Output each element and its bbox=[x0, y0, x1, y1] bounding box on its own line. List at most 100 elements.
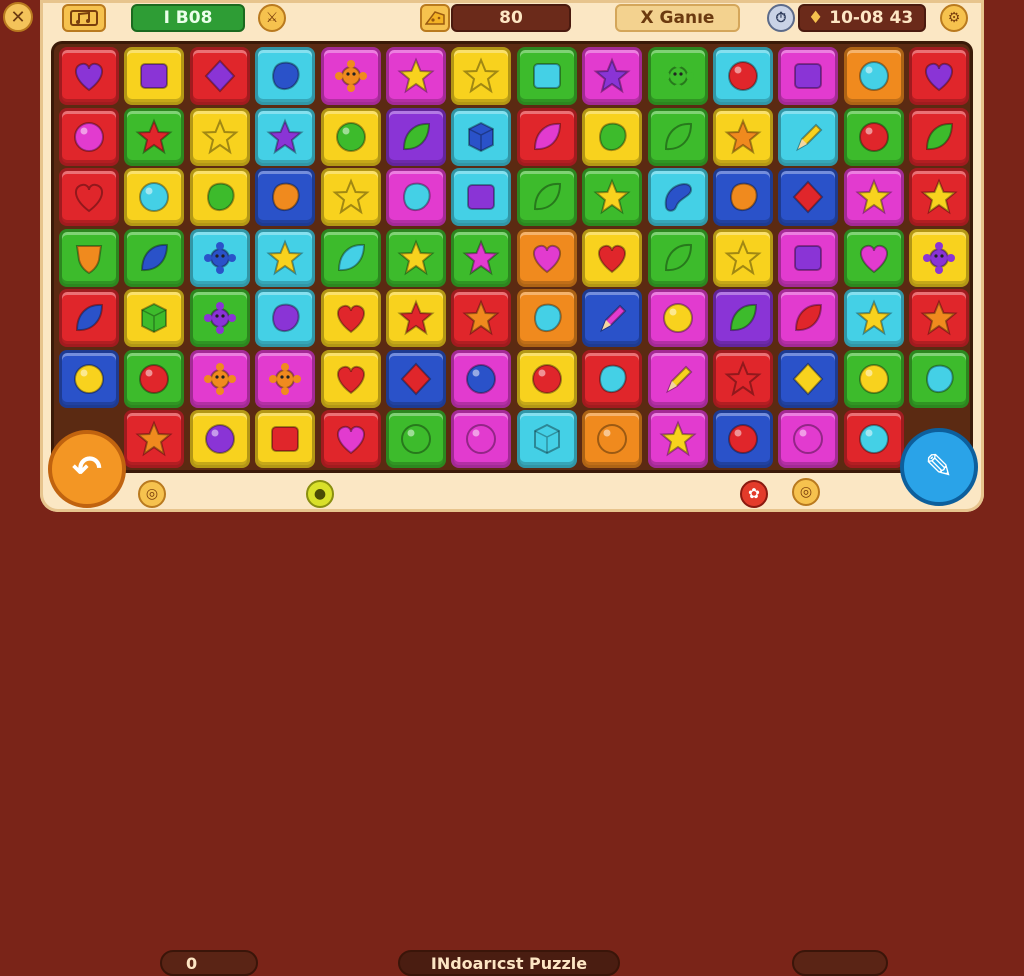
swords-button[interactable]: ⚔ bbox=[258, 4, 286, 32]
tile-r6-c6[interactable] bbox=[386, 349, 446, 408]
tile-r2-c10[interactable] bbox=[647, 107, 708, 166]
tile-r5-c1[interactable] bbox=[59, 289, 119, 347]
tile-r6-c12[interactable] bbox=[778, 349, 839, 408]
tile-r3-c9[interactable] bbox=[582, 168, 643, 226]
tile-r2-c2[interactable] bbox=[124, 107, 185, 166]
tile-r2-c11[interactable] bbox=[713, 107, 773, 166]
tile-r5-c3[interactable] bbox=[189, 289, 250, 347]
tile-r3-c7[interactable] bbox=[451, 168, 512, 226]
tile-r3-c2[interactable] bbox=[124, 168, 185, 226]
tile-r5-c9[interactable] bbox=[582, 289, 643, 347]
tile-r7-c12[interactable] bbox=[778, 410, 839, 468]
tile-r6-c13[interactable] bbox=[843, 349, 904, 408]
tile-r2-c4[interactable] bbox=[255, 107, 316, 166]
tile-r7-c13[interactable] bbox=[843, 410, 904, 468]
tile-r2-c13[interactable] bbox=[843, 107, 904, 166]
tile-r1-c2[interactable] bbox=[124, 47, 185, 105]
tile-r6-c14[interactable] bbox=[909, 349, 970, 408]
tile-r4-c1[interactable] bbox=[59, 228, 119, 287]
tile-r3-c6[interactable] bbox=[386, 168, 446, 226]
tile-r5-c13[interactable] bbox=[843, 289, 904, 347]
tile-r1-c10[interactable] bbox=[647, 47, 708, 105]
tile-r4-c7[interactable] bbox=[451, 228, 512, 287]
tile-r7-c9[interactable] bbox=[582, 410, 643, 468]
tile-r2-c3[interactable] bbox=[189, 107, 250, 166]
tile-r5-c10[interactable] bbox=[647, 289, 708, 347]
music-button[interactable] bbox=[62, 4, 106, 32]
tile-r3-c3[interactable] bbox=[189, 168, 250, 226]
tile-r5-c8[interactable] bbox=[516, 289, 577, 347]
tile-r7-c10[interactable] bbox=[647, 410, 708, 468]
tile-r4-c9[interactable] bbox=[582, 228, 643, 287]
tile-r5-c2[interactable] bbox=[124, 289, 185, 347]
tile-r1-c13[interactable] bbox=[843, 47, 904, 105]
tile-r7-c7[interactable] bbox=[451, 410, 512, 468]
tile-r4-c12[interactable] bbox=[778, 228, 839, 287]
tile-r4-c5[interactable] bbox=[320, 228, 381, 287]
tile-r5-c5[interactable] bbox=[320, 289, 381, 347]
tile-r7-c3[interactable] bbox=[189, 410, 250, 468]
tile-r4-c2[interactable] bbox=[124, 228, 185, 287]
tile-r3-c1[interactable] bbox=[59, 168, 119, 226]
tile-r3-c4[interactable] bbox=[255, 168, 316, 226]
tile-r1-c9[interactable] bbox=[582, 47, 643, 105]
tile-r4-c4[interactable] bbox=[255, 228, 316, 287]
tile-r6-c3[interactable] bbox=[189, 349, 250, 408]
tile-r3-c12[interactable] bbox=[778, 168, 839, 226]
tile-r7-c8[interactable] bbox=[516, 410, 577, 468]
tile-r5-c14[interactable] bbox=[909, 289, 970, 347]
tile-r4-c6[interactable] bbox=[386, 228, 446, 287]
tile-r3-c14[interactable] bbox=[909, 168, 970, 226]
tile-r1-c8[interactable] bbox=[516, 47, 577, 105]
mode-button[interactable]: X Ganıe bbox=[615, 4, 740, 32]
tile-r4-c3[interactable] bbox=[189, 228, 250, 287]
tile-r5-c4[interactable] bbox=[255, 289, 316, 347]
tile-r4-c10[interactable] bbox=[647, 228, 708, 287]
tile-r6-c2[interactable] bbox=[124, 349, 185, 408]
tile-r3-c8[interactable] bbox=[516, 168, 577, 226]
settings-button[interactable]: ⚙ bbox=[940, 4, 968, 32]
tile-r5-c6[interactable] bbox=[386, 289, 446, 347]
tile-r6-c4[interactable] bbox=[255, 349, 316, 408]
tile-r6-c5[interactable] bbox=[320, 349, 381, 408]
tile-r1-c12[interactable] bbox=[778, 47, 839, 105]
tile-r5-c11[interactable] bbox=[713, 289, 773, 347]
tile-r7-c11[interactable] bbox=[713, 410, 773, 468]
tile-r4-c8[interactable] bbox=[516, 228, 577, 287]
tile-r7-c2[interactable] bbox=[124, 410, 185, 468]
close-button[interactable]: ✕ bbox=[3, 2, 33, 32]
tile-r1-c4[interactable] bbox=[255, 47, 316, 105]
tile-r1-c11[interactable] bbox=[713, 47, 773, 105]
tile-r2-c5[interactable] bbox=[320, 107, 381, 166]
tile-r2-c12[interactable] bbox=[778, 107, 839, 166]
tile-r1-c7[interactable] bbox=[451, 47, 512, 105]
tile-r3-c13[interactable] bbox=[843, 168, 904, 226]
tile-r6-c10[interactable] bbox=[647, 349, 708, 408]
tile-r3-c11[interactable] bbox=[713, 168, 773, 226]
tile-r7-c5[interactable] bbox=[320, 410, 381, 468]
tile-r6-c9[interactable] bbox=[582, 349, 643, 408]
tool-button[interactable]: ✎ bbox=[900, 428, 978, 506]
tile-r3-c10[interactable] bbox=[647, 168, 708, 226]
tile-r3-c5[interactable] bbox=[320, 168, 381, 226]
tile-r6-c11[interactable] bbox=[713, 349, 773, 408]
tile-r7-c6[interactable] bbox=[386, 410, 446, 468]
tile-r5-c7[interactable] bbox=[451, 289, 512, 347]
tile-r2-c6[interactable] bbox=[386, 107, 446, 166]
tile-r2-c9[interactable] bbox=[582, 107, 643, 166]
tile-r2-c7[interactable] bbox=[451, 107, 512, 166]
tile-r1-c5[interactable] bbox=[320, 47, 381, 105]
tile-r5-c12[interactable] bbox=[778, 289, 839, 347]
tile-r1-c14[interactable] bbox=[909, 47, 970, 105]
tile-r4-c11[interactable] bbox=[713, 228, 773, 287]
tile-r2-c14[interactable] bbox=[909, 107, 970, 166]
tile-r1-c6[interactable] bbox=[386, 47, 446, 105]
tile-r4-c13[interactable] bbox=[843, 228, 904, 287]
tile-r1-c1[interactable] bbox=[59, 47, 119, 105]
tile-r4-c14[interactable] bbox=[909, 228, 970, 287]
tile-r6-c7[interactable] bbox=[451, 349, 512, 408]
tile-r6-c1[interactable] bbox=[59, 349, 119, 408]
tile-r6-c8[interactable] bbox=[516, 349, 577, 408]
tile-r2-c8[interactable] bbox=[516, 107, 577, 166]
tile-r1-c3[interactable] bbox=[189, 47, 250, 105]
